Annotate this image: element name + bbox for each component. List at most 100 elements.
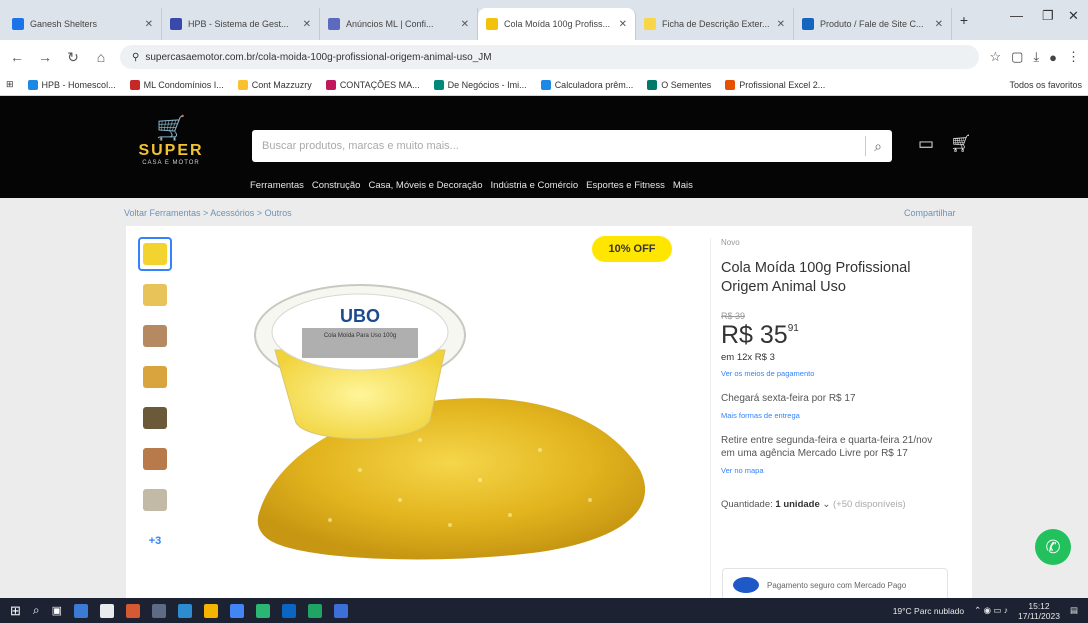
more-thumbnails-button[interactable]: +3 (138, 524, 172, 558)
installments: em 12x R$ 3 (721, 352, 775, 363)
search-input[interactable] (262, 140, 858, 152)
tab-close-icon[interactable]: ✕ (303, 19, 311, 30)
home-icon[interactable]: ⌂ (92, 49, 110, 65)
product-thumbnail[interactable] (138, 278, 172, 312)
clock[interactable]: 15:12 17/11/2023 (1018, 601, 1060, 621)
taskbar-search-icon[interactable]: ⌕ (33, 603, 40, 618)
product-thumbnail[interactable] (138, 319, 172, 353)
product-thumbnail[interactable] (138, 237, 172, 271)
bookmark-favicon-icon (647, 79, 658, 90)
apps-icon[interactable]: ⊞ (6, 79, 14, 90)
edge-icon[interactable] (74, 603, 89, 618)
thumbnail-gallery: +3 (138, 237, 174, 565)
weather-text[interactable]: 19°C Parc nublado (893, 606, 964, 616)
browser-tab[interactable]: Cola Moída 100g Profiss... ✕ (478, 8, 636, 40)
search-icon[interactable]: ⌕ (874, 138, 882, 155)
maximize-icon[interactable]: ❐ (1042, 8, 1054, 24)
price: R$ 3591 (721, 321, 946, 350)
browser-tab[interactable]: Ficha de Descrição Exter... ✕ (636, 8, 794, 40)
quantity-selector[interactable]: Quantidade: 1 unidade ⌄ (+50 disponíveis… (721, 499, 946, 510)
all-bookmarks-folder[interactable]: Todos os favoritos (1009, 80, 1082, 90)
product-thumbnail[interactable] (138, 360, 172, 394)
chrome-icon[interactable] (178, 603, 193, 618)
whatsapp-button[interactable]: ✆ (1035, 529, 1071, 565)
notifications-icon[interactable]: ▤ (1070, 605, 1078, 616)
nav-item[interactable]: Mais (673, 180, 693, 191)
product-thumbnail[interactable] (138, 401, 172, 435)
quantity-value: 1 unidade (775, 499, 820, 510)
task-view-icon[interactable]: ▣ (52, 604, 62, 617)
url-field[interactable]: ⚲ supercasaemotor.com.br/cola-moida-100g… (120, 45, 980, 69)
tab-close-icon[interactable]: ✕ (935, 19, 943, 30)
tab-close-icon[interactable]: ✕ (461, 19, 469, 30)
product-image[interactable]: UBO Cola Moída Para Uso 100g (240, 270, 680, 570)
files-icon[interactable] (204, 603, 219, 618)
forward-icon[interactable]: → (36, 49, 54, 65)
excel-icon[interactable] (308, 603, 323, 618)
nav-item[interactable]: Construção (312, 180, 361, 191)
nav-item[interactable]: Ferramentas (250, 180, 304, 191)
bookmark-label: De Negócios - Imi... (447, 79, 527, 90)
tab-close-icon[interactable]: ✕ (619, 19, 627, 30)
discount-badge: 10% OFF (592, 236, 672, 262)
payment-methods-link[interactable]: Ver os meios de pagamento (721, 369, 946, 378)
bookmark-item[interactable]: Cont Mazzuzry (237, 79, 312, 90)
product-info: Novo Cola Moída 100g Profissional Origem… (710, 238, 946, 598)
bookmark-item[interactable]: CONTAÇÕES MA... (325, 79, 420, 90)
bookmark-item[interactable]: HPB - Homescol... (27, 79, 116, 90)
bookmark-favicon-icon (433, 79, 444, 90)
whatsapp-taskbar-icon[interactable] (256, 603, 271, 618)
back-icon[interactable]: ← (8, 49, 26, 65)
bookmark-item[interactable]: O Sementes (647, 79, 712, 90)
product-thumbnail[interactable] (138, 483, 172, 517)
bookmark-star-icon[interactable]: ☆ (989, 49, 1001, 65)
word-icon[interactable] (230, 603, 245, 618)
map-link[interactable]: Ver no mapa (721, 466, 946, 475)
app-icon[interactable] (282, 603, 297, 618)
start-icon[interactable]: ⊞ (10, 603, 21, 619)
outlook-icon[interactable] (334, 603, 349, 618)
browser-tab[interactable]: Anúncios ML | Confi... ✕ (320, 8, 478, 40)
bookmark-item[interactable]: De Negócios - Imi... (433, 79, 527, 90)
bookmark-item[interactable]: Profissional Excel 2... (725, 79, 825, 90)
reload-icon[interactable]: ↻ (64, 49, 82, 66)
tab-title: Anúncios ML | Confi... (346, 19, 434, 29)
share-link[interactable]: Compartilhar (904, 208, 956, 218)
minimize-icon[interactable]: — (1010, 8, 1023, 23)
explorer-icon[interactable] (100, 603, 115, 618)
product-thumbnail[interactable] (138, 442, 172, 476)
shipping-options-link[interactable]: Mais formas de entrega (721, 411, 946, 420)
new-tab-button[interactable]: + (952, 12, 976, 28)
close-window-icon[interactable]: ✕ (1068, 8, 1079, 24)
extensions-icon[interactable]: ▢ (1011, 49, 1023, 65)
tray-icons[interactable]: ⌃ ◉ ▭ ♪ (974, 605, 1008, 616)
breadcrumb[interactable]: Voltar Ferramentas > Acessórios > Outros (124, 208, 292, 218)
tab-title: Cola Moída 100g Profiss... (504, 19, 611, 29)
cart-icon[interactable]: 🛒︎ (950, 134, 972, 154)
site-info-icon[interactable]: ⚲ (132, 52, 139, 63)
bookmark-item[interactable]: Calculadora prêm... (540, 79, 633, 90)
tab-close-icon[interactable]: ✕ (777, 19, 785, 30)
browser-tab[interactable]: HPB - Sistema de Gest... ✕ (162, 8, 320, 40)
nav-item[interactable]: Indústria e Comércio (491, 180, 579, 191)
tab-close-icon[interactable]: ✕ (145, 19, 153, 30)
account-icon[interactable]: ▭ (918, 134, 934, 154)
price-cents: 91 (787, 323, 799, 334)
browser-tab[interactable]: Produto / Fale de Site C... ✕ (794, 8, 952, 40)
office-icon[interactable] (126, 603, 141, 618)
bookmark-label: O Sementes (661, 79, 712, 90)
tab-favicon-icon (170, 18, 182, 30)
bookmark-item[interactable]: ML Condomínios I... (129, 79, 224, 90)
tab-favicon-icon (644, 18, 656, 30)
site-logo[interactable]: 🛒 SUPER CASA E MOTOR (130, 116, 212, 171)
browser-tab[interactable]: Ganesh Shelters ✕ (4, 8, 162, 40)
logo-subtext: CASA E MOTOR (142, 160, 200, 166)
thumbnail-image (143, 325, 167, 347)
download-icon[interactable]: ⤓ (1033, 49, 1039, 65)
nav-item[interactable]: Casa, Móveis e Decoração (368, 180, 482, 191)
mail-icon[interactable] (152, 603, 167, 618)
profile-icon[interactable]: ● (1049, 50, 1057, 65)
nav-item[interactable]: Esportes e Fitness (586, 180, 665, 191)
menu-icon[interactable]: ⋮ (1067, 49, 1080, 65)
thumbnail-image (143, 407, 167, 429)
